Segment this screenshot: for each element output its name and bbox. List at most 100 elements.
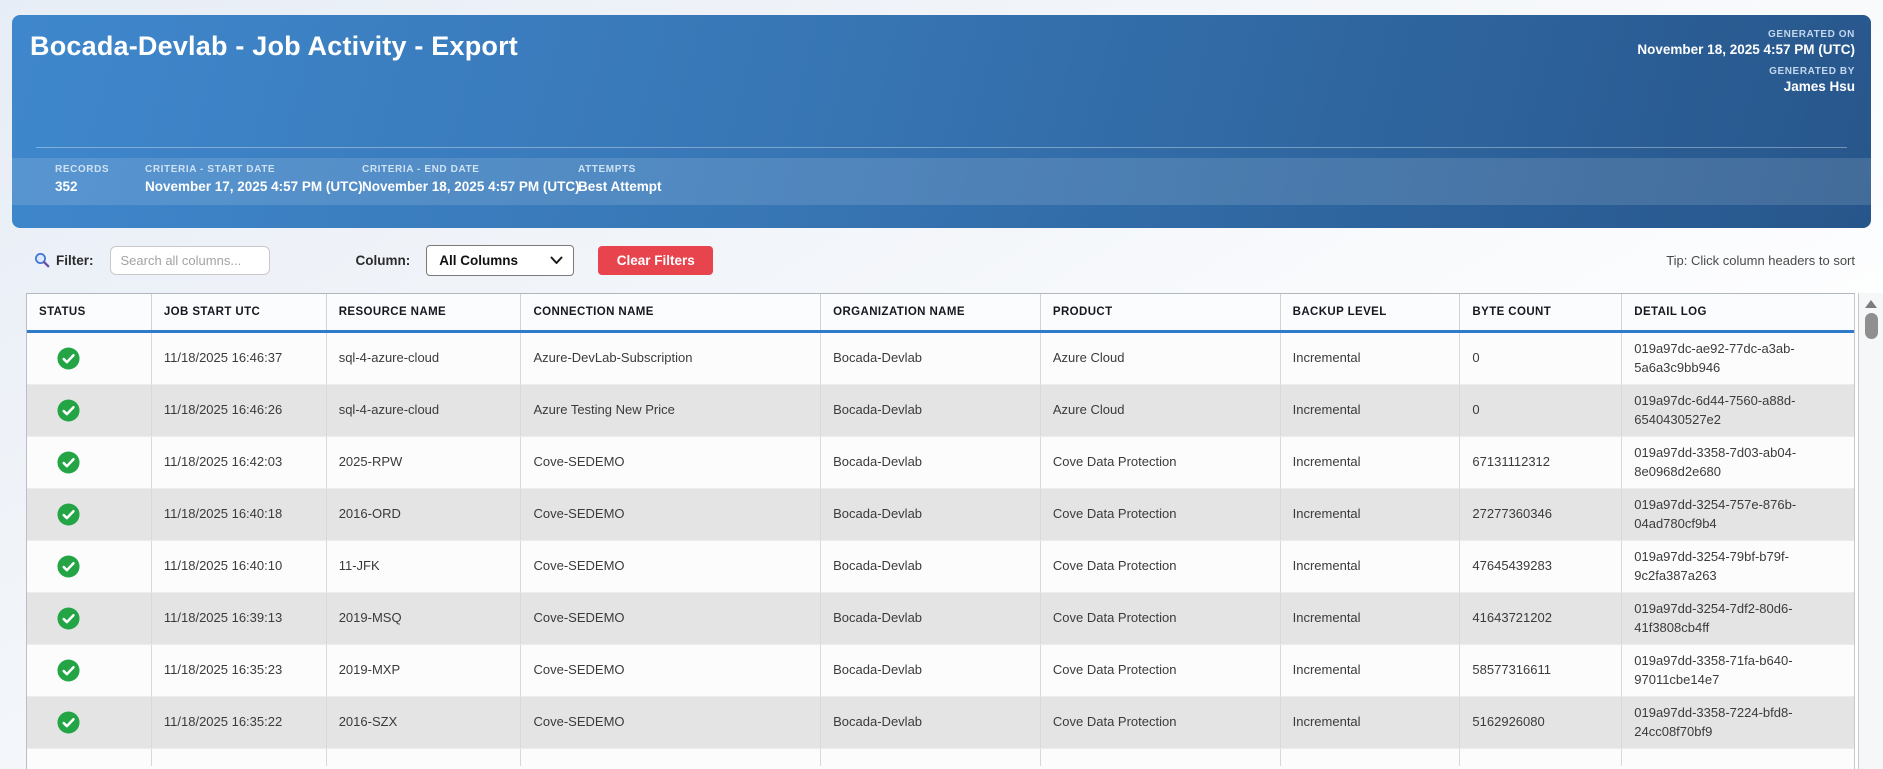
backup-level-value: Incremental	[1292, 506, 1361, 522]
connection-name-value: Cove-SEDEMO	[533, 506, 625, 522]
table-row: 11/18/2025 16:46:37 sql-4-azure-cloud Azur…	[27, 333, 1854, 385]
generated-info: GENERATED ON November 18, 2025 4:57 PM (…	[1637, 29, 1855, 94]
criteria-label: CRITERIA - START DATE	[145, 164, 276, 175]
resource-name-value: 2019-MXP	[338, 662, 401, 678]
status-cell	[27, 593, 151, 644]
column-header-status[interactable]: STATUS	[27, 294, 151, 330]
organization-name-value: Bocada-Devlab	[833, 610, 923, 626]
job-start-utc-value: 11/18/2025 16:40:18	[163, 506, 283, 522]
connection-name-value: Cove-SEDEMO	[533, 454, 625, 470]
detail-log-cell: 019a97dc-ae92-77dc-a3ab-5a6a3c9bb946	[1621, 333, 1854, 384]
job-start-utc-cell: 11/18/2025 16:39:13	[150, 593, 326, 644]
table-row: 11/18/2025 16:40:10 11-JFK Cove-SEDEMO Boca…	[27, 541, 1854, 593]
resource-name-cell: 2019-MSQ	[325, 593, 521, 644]
table-row: 11/18/2025 16:42:03 2025-RPW Cove-SEDEMO Bo…	[27, 437, 1854, 489]
table-header-row: STATUS JOB START UTC RESOURCE NAME CONNECTI…	[27, 294, 1854, 333]
job-start-utc-value: 11/18/2025 16:42:03	[163, 454, 283, 470]
product-cell: Cove Data Protection	[1039, 437, 1280, 488]
empty-cell	[1039, 749, 1280, 766]
scrollbar-up-arrow[interactable]	[1865, 300, 1877, 308]
organization-name-value: Bocada-Devlab	[833, 714, 923, 730]
byte-count-value: 5162926080	[1472, 714, 1545, 730]
organization-name-cell: Bocada-Devlab	[820, 385, 1040, 436]
header-divider	[36, 147, 1847, 148]
criteria-label: ATTEMPTS	[578, 164, 636, 175]
resource-name-cell: 11-JFK	[325, 541, 521, 592]
table-scrollbar[interactable]	[1858, 293, 1883, 769]
generated-by-label: GENERATED BY	[1769, 66, 1855, 77]
empty-cell	[325, 749, 521, 766]
organization-name-value: Bocada-Devlab	[833, 350, 923, 366]
backup-level-cell: Incremental	[1279, 333, 1460, 384]
detail-log-cell: 019a97dd-3254-757e-876b-04ad780cf9b4	[1621, 489, 1854, 540]
filter-bar: Filter: Column: All Columns Clear Filter…	[0, 243, 1883, 277]
resource-name-value: 11-JFK	[338, 558, 380, 574]
empty-cell	[27, 749, 151, 766]
success-check-icon	[57, 451, 80, 474]
table-row: 11/18/2025 16:35:23 2019-MXP Cove-SEDEMO Bo…	[27, 645, 1854, 697]
byte-count-value: 0	[1472, 402, 1480, 418]
column-header-backup-level[interactable]: BACKUP LEVEL	[1279, 294, 1460, 330]
connection-name-cell: Azure-DevLab-Subscription	[520, 333, 820, 384]
byte-count-value: 47645439283	[1472, 558, 1552, 574]
backup-level-cell: Incremental	[1279, 489, 1460, 540]
backup-level-cell: Incremental	[1279, 385, 1460, 436]
detail-log-cell: 019a97dd-3254-7df2-80d6-41f3808cb4ff	[1621, 593, 1854, 644]
connection-name-value: Cove-SEDEMO	[533, 714, 625, 730]
byte-count-value: 41643721202	[1472, 610, 1552, 626]
success-check-icon	[57, 711, 80, 734]
byte-count-cell: 0	[1459, 333, 1621, 384]
byte-count-value: 27277360346	[1472, 506, 1552, 522]
detail-log-value: 019a97dd-3254-7df2-80d6-41f3808cb4ff	[1634, 600, 1793, 635]
clear-filters-button[interactable]: Clear Filters	[598, 245, 714, 275]
job-start-utc-value: 11/18/2025 16:35:23	[163, 662, 283, 678]
column-select[interactable]: All Columns	[426, 244, 575, 276]
table-row-partial	[27, 749, 1854, 766]
column-header-job-start-utc[interactable]: JOB START UTC	[150, 294, 326, 330]
column-header-detail-log[interactable]: DETAIL LOG	[1621, 294, 1854, 330]
product-value: Cove Data Protection	[1052, 454, 1177, 470]
success-check-icon	[57, 347, 80, 370]
backup-level-cell: Incremental	[1279, 593, 1460, 644]
criteria-value: Best Attempt	[578, 179, 662, 194]
detail-log-value: 019a97dd-3254-79bf-b79f-9c2fa387a263	[1634, 548, 1789, 583]
byte-count-cell: 47645439283	[1459, 541, 1621, 592]
resource-name-value: 2019-MSQ	[338, 610, 402, 626]
criteria-value: November 17, 2025 4:57 PM (UTC)	[145, 179, 363, 194]
column-header-resource-name[interactable]: RESOURCE NAME	[325, 294, 521, 330]
detail-log-cell: 019a97dd-3358-71fa-b640-97011cbe14e7	[1621, 645, 1854, 696]
column-header-connection-name[interactable]: CONNECTION NAME	[520, 294, 820, 330]
product-cell: Cove Data Protection	[1039, 489, 1280, 540]
product-value: Cove Data Protection	[1052, 506, 1177, 522]
column-header-product[interactable]: PRODUCT	[1039, 294, 1280, 330]
generated-on-label: GENERATED ON	[1767, 29, 1855, 40]
resource-name-cell: sql-4-azure-cloud	[325, 333, 521, 384]
scrollbar-thumb[interactable]	[1864, 313, 1878, 339]
organization-name-value: Bocada-Devlab	[833, 662, 923, 678]
table-row: 11/18/2025 16:46:26 sql-4-azure-cloud Azur…	[27, 385, 1854, 437]
criteria-item-attempts: ATTEMPTS Best Attempt	[578, 164, 662, 194]
detail-log-cell: 019a97dd-3358-7224-bfd8-24cc08f70bf9	[1621, 697, 1854, 748]
product-value: Cove Data Protection	[1052, 662, 1177, 678]
product-value: Cove Data Protection	[1052, 610, 1177, 626]
column-header-byte-count[interactable]: BYTE COUNT	[1459, 294, 1621, 330]
organization-name-value: Bocada-Devlab	[833, 454, 923, 470]
connection-name-cell: Cove-SEDEMO	[520, 541, 820, 592]
empty-cell	[1621, 749, 1854, 766]
backup-level-cell: Incremental	[1279, 437, 1460, 488]
column-select-value: All Columns	[439, 252, 519, 268]
organization-name-value: Bocada-Devlab	[833, 506, 923, 522]
criteria-label: RECORDS	[55, 164, 110, 175]
empty-cell	[150, 749, 326, 766]
search-input[interactable]	[109, 245, 270, 275]
product-value: Azure Cloud	[1052, 402, 1125, 418]
job-start-utc-cell: 11/18/2025 16:40:10	[150, 541, 326, 592]
status-cell	[27, 645, 151, 696]
column-header-organization-name[interactable]: ORGANIZATION NAME	[820, 294, 1040, 330]
resource-name-value: sql-4-azure-cloud	[338, 350, 440, 366]
column-label: Column:	[355, 252, 411, 268]
connection-name-cell: Cove-SEDEMO	[520, 697, 820, 748]
product-value: Azure Cloud	[1052, 350, 1125, 366]
backup-level-value: Incremental	[1292, 454, 1361, 470]
detail-log-cell: 019a97dd-3358-7d03-ab04-8e0968d2e680	[1621, 437, 1854, 488]
